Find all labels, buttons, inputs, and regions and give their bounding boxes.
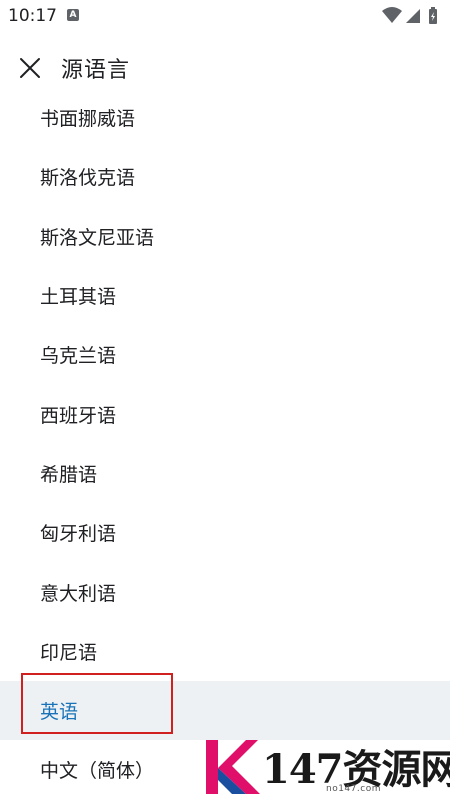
language-item[interactable]: 西班牙语 bbox=[0, 384, 450, 443]
status-time: 10:17 bbox=[8, 6, 57, 26]
language-item[interactable]: 土耳其语 bbox=[0, 266, 450, 325]
watermark: 147资源网 no147.com bbox=[200, 735, 450, 800]
watermark-url: no147.com bbox=[326, 784, 381, 794]
status-bar: 10:17 A bbox=[0, 0, 450, 32]
language-item[interactable]: 斯洛文尼亚语 bbox=[0, 207, 450, 266]
close-button[interactable] bbox=[12, 50, 48, 86]
page-title: 源语言 bbox=[61, 58, 131, 83]
language-item[interactable]: 书面挪威语 bbox=[0, 88, 450, 147]
signal-icon bbox=[406, 9, 420, 23]
status-icons bbox=[382, 6, 442, 26]
language-item-selected[interactable]: 英语 bbox=[0, 680, 450, 741]
watermark-logo-icon bbox=[206, 740, 260, 794]
wifi-icon bbox=[382, 7, 402, 23]
notification-app-icon: A bbox=[67, 9, 79, 21]
close-icon bbox=[20, 58, 40, 78]
battery-icon bbox=[429, 7, 437, 24]
language-item[interactable]: 意大利语 bbox=[0, 562, 450, 621]
language-list[interactable]: 书面挪威语 斯洛伐克语 斯洛文尼亚语 土耳其语 乌克兰语 西班牙语 希腊语 匈牙… bbox=[0, 88, 450, 800]
language-item[interactable]: 希腊语 bbox=[0, 444, 450, 503]
language-item[interactable]: 斯洛伐克语 bbox=[0, 147, 450, 206]
language-item[interactable]: 乌克兰语 bbox=[0, 325, 450, 384]
language-item[interactable]: 印尼语 bbox=[0, 622, 450, 681]
language-item[interactable]: 匈牙利语 bbox=[0, 503, 450, 562]
